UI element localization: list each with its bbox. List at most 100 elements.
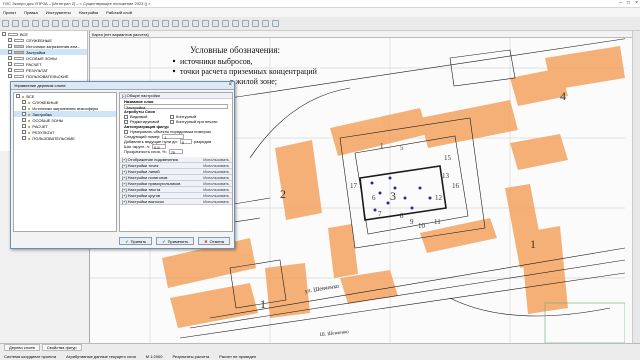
toolbar-tool-icon[interactable] bbox=[242, 20, 249, 27]
dialog-close-icon[interactable]: × bbox=[228, 82, 232, 88]
toolbar-tool-icon[interactable] bbox=[232, 20, 239, 27]
dialog-tree-label: Источники загрязнения атмосферы bbox=[32, 105, 99, 111]
tab-layer-tree[interactable]: Дерево слоев bbox=[4, 344, 40, 351]
toolbar-tool-icon[interactable] bbox=[52, 20, 59, 27]
layer-checkbox[interactable] bbox=[16, 94, 20, 98]
contour-checkbox[interactable] bbox=[170, 114, 174, 119]
legend-title: Условные обозначения: bbox=[190, 45, 280, 55]
visible-checkbox[interactable] bbox=[124, 114, 128, 119]
section-value[interactable]: Использовать bbox=[203, 157, 229, 162]
leading-zero-field[interactable]: 0 bbox=[179, 139, 192, 145]
layer-checkbox[interactable] bbox=[8, 44, 12, 48]
layer-checkbox[interactable] bbox=[22, 130, 26, 134]
layer-checkbox[interactable] bbox=[8, 68, 12, 72]
toolbar-tool-icon[interactable] bbox=[202, 20, 209, 27]
toolbar-tool-icon[interactable] bbox=[262, 20, 269, 27]
minimize-button[interactable]: – bbox=[619, 0, 622, 6]
section-value[interactable]: Использовать bbox=[203, 163, 229, 168]
dialog-title: Управление деревом слоев bbox=[11, 82, 234, 90]
dialog-tree-item[interactable]: ■ ПОЛЬЗОВАТЕЛЬСКИЕ bbox=[14, 135, 116, 141]
tab-figure-properties[interactable]: Свойства фигур bbox=[41, 344, 82, 351]
layer-checkbox[interactable] bbox=[8, 62, 12, 66]
close-button[interactable]: × bbox=[635, 0, 638, 6]
svg-text:1: 1 bbox=[530, 237, 536, 251]
folder-icon: ■ bbox=[28, 111, 31, 117]
toolbar-tool-icon[interactable] bbox=[12, 20, 19, 27]
menu-work-layer[interactable]: Рабочий слой bbox=[106, 10, 132, 15]
menu-settings[interactable]: Настройки bbox=[79, 10, 99, 15]
menu-tools[interactable]: Инструменты bbox=[46, 10, 71, 15]
svg-text:1: 1 bbox=[380, 142, 384, 150]
toolbar-tool-icon[interactable] bbox=[272, 20, 279, 27]
contour-print-label: Контурный при печати bbox=[176, 119, 218, 124]
transparency-row: Прозрачность слоя, %: 70 bbox=[120, 149, 232, 155]
layer-label: Застройка bbox=[26, 49, 46, 55]
toolbar-tool-icon[interactable] bbox=[2, 20, 9, 27]
layer-checkbox[interactable] bbox=[22, 124, 26, 128]
accept-button[interactable]: ✔ Принять bbox=[119, 237, 153, 245]
toolbar-tool-icon[interactable] bbox=[32, 20, 39, 27]
toolbar-tool-icon[interactable] bbox=[222, 20, 229, 27]
toolbar-tool-icon[interactable] bbox=[82, 20, 89, 27]
section-value[interactable]: Использовать bbox=[203, 187, 229, 192]
folder-icon: ■ bbox=[28, 117, 31, 123]
section-label: [+] Настройки текста bbox=[122, 187, 161, 192]
transparency-field[interactable]: 70 bbox=[168, 149, 183, 155]
toolbar-tool-icon[interactable] bbox=[62, 20, 69, 27]
layer-checkbox[interactable] bbox=[8, 74, 12, 78]
toolbar-tool-icon[interactable] bbox=[42, 20, 49, 27]
toolbar-tool-icon[interactable] bbox=[72, 20, 79, 27]
layer-checkbox[interactable] bbox=[22, 106, 26, 110]
layer-checkbox[interactable] bbox=[22, 100, 26, 104]
map-vertical-scrollbar[interactable] bbox=[632, 31, 640, 343]
layer-checkbox[interactable] bbox=[8, 56, 12, 60]
menu-edit[interactable]: Правка bbox=[24, 10, 38, 15]
layer-checkbox[interactable] bbox=[8, 38, 12, 42]
section-value[interactable]: Использовать bbox=[203, 175, 229, 180]
toolbar-tool-icon[interactable] bbox=[102, 20, 109, 27]
section-value[interactable]: Использовать bbox=[203, 199, 229, 204]
section-label: [+] Настройки точек bbox=[122, 163, 159, 168]
status-attribute-data[interactable]: Атрибутивные данные текущего слоя bbox=[66, 354, 136, 359]
toolbar-tool-icon[interactable] bbox=[112, 20, 119, 27]
layer-checkbox[interactable] bbox=[22, 118, 26, 122]
layer-tree-item[interactable]: ПОЛЬЗОВАТЕЛЬСКИЕ bbox=[0, 73, 87, 79]
layer-label: ВСЕ bbox=[20, 31, 29, 37]
toolbar-tool-icon[interactable] bbox=[122, 20, 129, 27]
contour-print-checkbox[interactable] bbox=[170, 119, 174, 124]
dialog-tree-label: ОСОБЫЕ ЗОНЫ bbox=[32, 117, 64, 123]
section-general[interactable]: [-] Общие настройки bbox=[120, 93, 232, 99]
toolbar-tool-icon[interactable] bbox=[172, 20, 179, 27]
toolbar-tool-icon[interactable] bbox=[182, 20, 189, 27]
section-value[interactable]: Использовать bbox=[203, 169, 229, 174]
toolbar-tool-icon[interactable] bbox=[192, 20, 199, 27]
settings-section[interactable]: [+] Настройки выносок Использовать bbox=[120, 199, 232, 205]
toolbar-tool-icon[interactable] bbox=[212, 20, 219, 27]
toolbar-tool-icon[interactable] bbox=[92, 20, 99, 27]
dialog-tree-label: Застройка bbox=[32, 111, 52, 117]
toolbar-tool-icon[interactable] bbox=[152, 20, 159, 27]
folder-icon: ■ bbox=[22, 93, 25, 99]
svg-text:15: 15 bbox=[444, 154, 452, 162]
menu-project[interactable]: Проект bbox=[3, 10, 16, 15]
cancel-button[interactable]: ✖ Отмена bbox=[198, 237, 230, 245]
toolbar-tool-icon[interactable] bbox=[162, 20, 169, 27]
layer-checkbox[interactable] bbox=[22, 112, 26, 116]
status-coord-system[interactable]: Система координат проекта bbox=[4, 354, 56, 359]
toolbar-tool-icon[interactable] bbox=[22, 20, 29, 27]
layer-checkbox[interactable] bbox=[22, 136, 26, 140]
toolbar-tool-icon[interactable] bbox=[142, 20, 149, 27]
svg-text:12: 12 bbox=[435, 194, 443, 202]
toolbar-tool-icon[interactable] bbox=[252, 20, 259, 27]
auto-numbering-checkbox[interactable] bbox=[124, 129, 128, 134]
status-results[interactable]: Результаты расчета bbox=[172, 354, 209, 359]
editable-checkbox[interactable] bbox=[124, 119, 128, 124]
section-value[interactable]: Использовать bbox=[203, 193, 229, 198]
layer-checkbox[interactable] bbox=[2, 32, 6, 36]
folder-icon: ■ bbox=[28, 135, 31, 141]
section-value[interactable]: Использовать bbox=[203, 181, 229, 186]
layer-checkbox[interactable] bbox=[8, 50, 12, 54]
apply-button[interactable]: ✔ Применить bbox=[156, 237, 195, 245]
toolbar-tool-icon[interactable] bbox=[132, 20, 139, 27]
maximize-button[interactable]: □ bbox=[627, 0, 630, 6]
